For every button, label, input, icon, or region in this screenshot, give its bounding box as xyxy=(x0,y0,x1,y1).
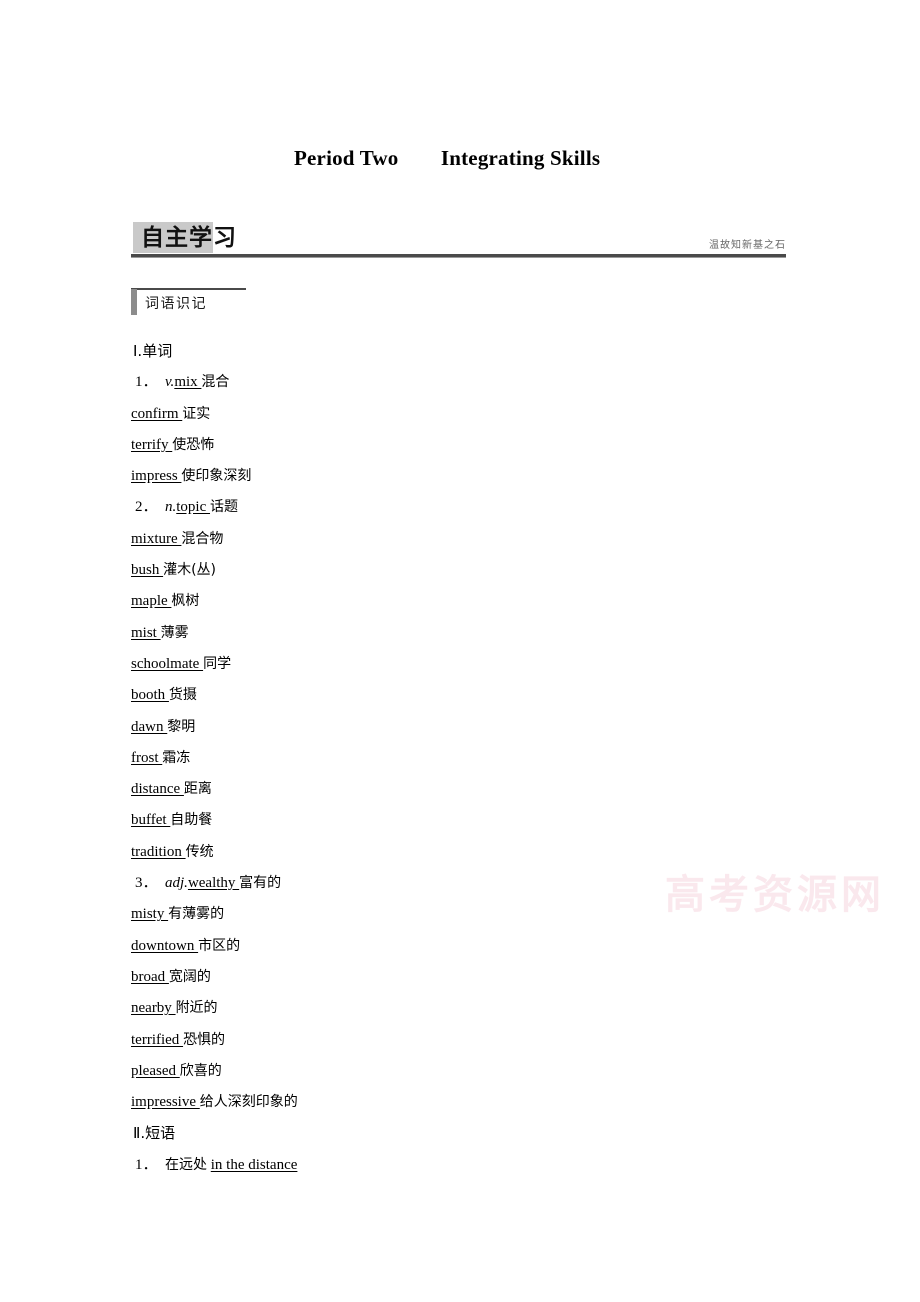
chinese-gloss: 市区的 xyxy=(198,937,241,954)
vocabulary-entry: dawn 黎明 xyxy=(131,712,831,743)
chinese-gloss: 混合物 xyxy=(181,530,224,547)
chinese-gloss: 黎明 xyxy=(167,718,196,735)
chinese-gloss: 话题 xyxy=(210,499,239,516)
vocabulary-entry: maple 枫树 xyxy=(131,586,831,617)
vocabulary-entry: downtown 市区的 xyxy=(131,931,831,962)
chinese-gloss: 宽阔的 xyxy=(168,968,211,985)
english-word: impress xyxy=(131,468,182,485)
banner-subtitle: 温故知新基之石 xyxy=(709,240,786,251)
chinese-gloss: 使印象深刻 xyxy=(181,468,252,485)
entry-number: 2． xyxy=(135,499,158,516)
entry-number: 3． xyxy=(135,875,158,892)
english-word: pleased xyxy=(131,1062,180,1079)
english-word: mix xyxy=(174,374,202,391)
english-word: confirm xyxy=(131,405,183,422)
vocabulary-entry: terrified 恐惧的 xyxy=(131,1025,831,1056)
english-word: terrified xyxy=(131,1031,184,1048)
vocabulary-entry: booth 货摄 xyxy=(131,680,831,711)
part-of-speech: n. xyxy=(165,499,177,516)
subsection-header: 词语识记 xyxy=(131,288,246,316)
chinese-gloss: 有薄雾的 xyxy=(168,906,225,923)
subsection-topline xyxy=(131,288,246,290)
vocabulary-entry: broad 宽阔的 xyxy=(131,962,831,993)
vocabulary-entry: bush 灌木(丛) xyxy=(131,555,831,586)
chinese-gloss: 欣喜的 xyxy=(179,1062,222,1079)
english-word: tradition xyxy=(131,843,186,860)
vocabulary-entry: schoolmate 同学 xyxy=(131,649,831,680)
chinese-gloss: 在远处 xyxy=(165,1156,208,1173)
english-word: downtown xyxy=(131,937,199,954)
section-heading: Ⅱ.短语 xyxy=(133,1124,176,1143)
english-word: mist xyxy=(131,624,161,641)
document-page: Period Two Integrating Skills 自主学习 温故知新基… xyxy=(0,0,920,1302)
section-banner: 自主学习 温故知新基之石 xyxy=(131,218,786,260)
part-of-speech: v. xyxy=(165,374,175,391)
english-word: topic xyxy=(176,499,211,516)
chinese-gloss: 给人深刻印象的 xyxy=(199,1094,298,1111)
vocabulary-entry: 2． n.topic 话题 xyxy=(131,492,831,523)
english-word: nearby xyxy=(131,1000,176,1017)
vocabulary-entry: terrify 使恐怖 xyxy=(131,430,831,461)
vocabulary-entry: confirm 证实 xyxy=(131,399,831,430)
chinese-gloss: 同学 xyxy=(203,655,232,672)
subsection-accent-bar xyxy=(131,289,137,315)
subsection-title: 词语识记 xyxy=(145,296,207,312)
content-body: Ⅰ.单词 1． v.mix 混合 confirm 证实 terrify 使恐怖 impr… xyxy=(131,336,831,1181)
vocabulary-entry: impressive 给人深刻印象的 xyxy=(131,1087,831,1118)
page-title: Period Two Integrating Skills xyxy=(294,146,601,170)
english-word: wealthy xyxy=(187,875,240,892)
english-word: frost xyxy=(131,749,163,766)
vocabulary-entry: 1． v.mix 混合 xyxy=(131,367,831,398)
english-word: maple xyxy=(131,593,172,610)
english-word: schoolmate xyxy=(131,655,204,672)
vocabulary-entry: mixture 混合物 xyxy=(131,524,831,555)
vocabulary-entry: mist 薄雾 xyxy=(131,618,831,649)
english-word: mixture xyxy=(131,530,182,547)
chinese-gloss: 枫树 xyxy=(171,593,200,610)
chinese-gloss: 恐惧的 xyxy=(183,1031,226,1048)
entry-number: 1． xyxy=(135,374,158,391)
vocabulary-entry: frost 霜冻 xyxy=(131,743,831,774)
english-word: impressive xyxy=(131,1094,200,1111)
english-word: bush xyxy=(131,562,164,579)
english-word: buffet xyxy=(131,812,171,829)
chinese-gloss: 灌木(丛) xyxy=(163,562,217,579)
banner-rule-secondary xyxy=(131,257,786,258)
vocabulary-entry: nearby 附近的 xyxy=(131,993,831,1024)
part-of-speech: adj. xyxy=(165,875,188,892)
chinese-gloss: 使恐怖 xyxy=(172,436,215,453)
english-word: dawn xyxy=(131,718,168,735)
vocabulary-entry: buffet 自助餐 xyxy=(131,805,831,836)
english-word: terrify xyxy=(131,436,173,453)
entry-number: 1． xyxy=(135,1156,158,1173)
chinese-gloss: 富有的 xyxy=(239,875,282,892)
watermark: 高考资源网 xyxy=(665,872,885,918)
banner-title: 自主学习 xyxy=(141,225,237,251)
vocabulary-entry: distance 距离 xyxy=(131,774,831,805)
chinese-gloss: 自助餐 xyxy=(170,812,213,829)
chinese-gloss: 混合 xyxy=(201,374,230,391)
chinese-gloss: 附近的 xyxy=(175,1000,218,1017)
english-phrase: in the distance xyxy=(210,1156,298,1173)
vocabulary-entry: pleased 欣喜的 xyxy=(131,1056,831,1087)
vocabulary-entry: impress 使印象深刻 xyxy=(131,461,831,492)
english-word: broad xyxy=(131,968,169,985)
section-heading: Ⅰ.单词 xyxy=(133,342,173,360)
chinese-gloss: 传统 xyxy=(185,843,214,860)
chinese-gloss: 距离 xyxy=(183,781,212,798)
english-word: distance xyxy=(131,781,184,798)
english-word: misty xyxy=(131,906,169,923)
chinese-gloss: 货摄 xyxy=(168,687,197,704)
chinese-gloss: 薄雾 xyxy=(160,624,189,641)
english-word: booth xyxy=(131,687,169,704)
chinese-gloss: 霜冻 xyxy=(162,749,191,766)
phrase-entry: 1． 在远处 in the distance xyxy=(131,1150,831,1181)
chinese-gloss: 证实 xyxy=(182,405,211,422)
